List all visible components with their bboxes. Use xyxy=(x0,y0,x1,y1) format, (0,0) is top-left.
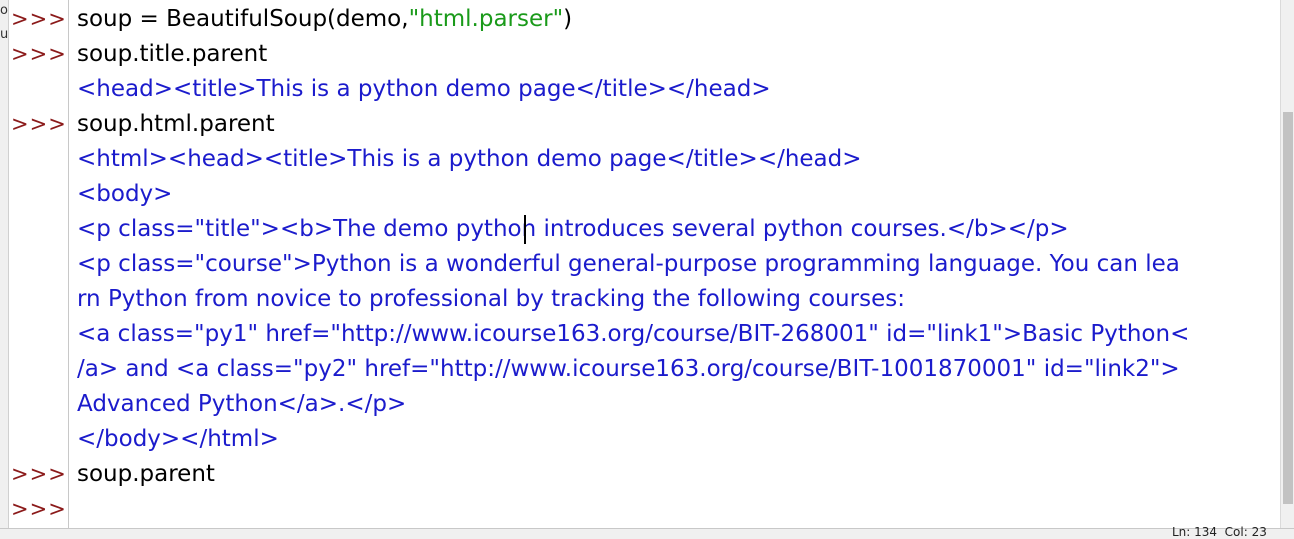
line-col-indicator: Ln: 134 Col: 23 xyxy=(1172,525,1267,539)
left-edge-strip: o u xyxy=(0,0,9,528)
output-line: </body></html> xyxy=(77,426,279,452)
input-line: soup = BeautifulSoup(demo,"html.parser") xyxy=(77,4,572,34)
vertical-scrollbar[interactable] xyxy=(1280,0,1294,528)
idle-shell-window: o u >>> >>> >>> >>> >>> soup = Beautiful… xyxy=(0,0,1294,539)
output-line: <html><head><title>This is a python demo… xyxy=(77,146,862,172)
input-code: soup = BeautifulSoup(demo, xyxy=(77,6,409,32)
text-caret xyxy=(524,215,526,244)
prompt-marker: >>> xyxy=(11,462,67,486)
prompt-marker: >>> xyxy=(11,42,67,66)
output-line: rn Python from novice to professional by… xyxy=(77,286,905,312)
output-line: <body> xyxy=(77,181,173,207)
left-edge-fragment: o xyxy=(0,3,8,18)
output-line: <p class="course">Python is a wonderful … xyxy=(77,251,1180,277)
prompt-gutter: >>> >>> >>> >>> >>> xyxy=(9,0,69,528)
input-code: ) xyxy=(563,6,573,32)
prompt-marker: >>> xyxy=(11,112,67,136)
prompt-marker: >>> xyxy=(11,7,67,31)
scrollbar-thumb[interactable] xyxy=(1283,112,1293,504)
input-line: soup.title.parent xyxy=(77,41,268,67)
input-line: soup.parent xyxy=(77,461,215,487)
output-line: <a class="py1" href="http://www.icourse1… xyxy=(77,321,1190,347)
output-line: Advanced Python</a>.</p> xyxy=(77,391,407,417)
input-line: soup.html.parent xyxy=(77,111,275,137)
status-bar: Ln: 134 Col: 23 xyxy=(0,525,1294,539)
output-line: <p class="title"><b>The demo python intr… xyxy=(77,216,1069,242)
output-line: <head><title>This is a python demo page<… xyxy=(77,76,771,102)
shell-text-area[interactable]: soup = BeautifulSoup(demo,"html.parser")… xyxy=(69,0,1280,528)
string-literal: "html.parser" xyxy=(408,6,564,32)
left-edge-fragment: u xyxy=(0,27,9,42)
output-line: /a> and <a class="py2" href="http://www.… xyxy=(77,356,1180,382)
prompt-marker: >>> xyxy=(11,497,67,521)
